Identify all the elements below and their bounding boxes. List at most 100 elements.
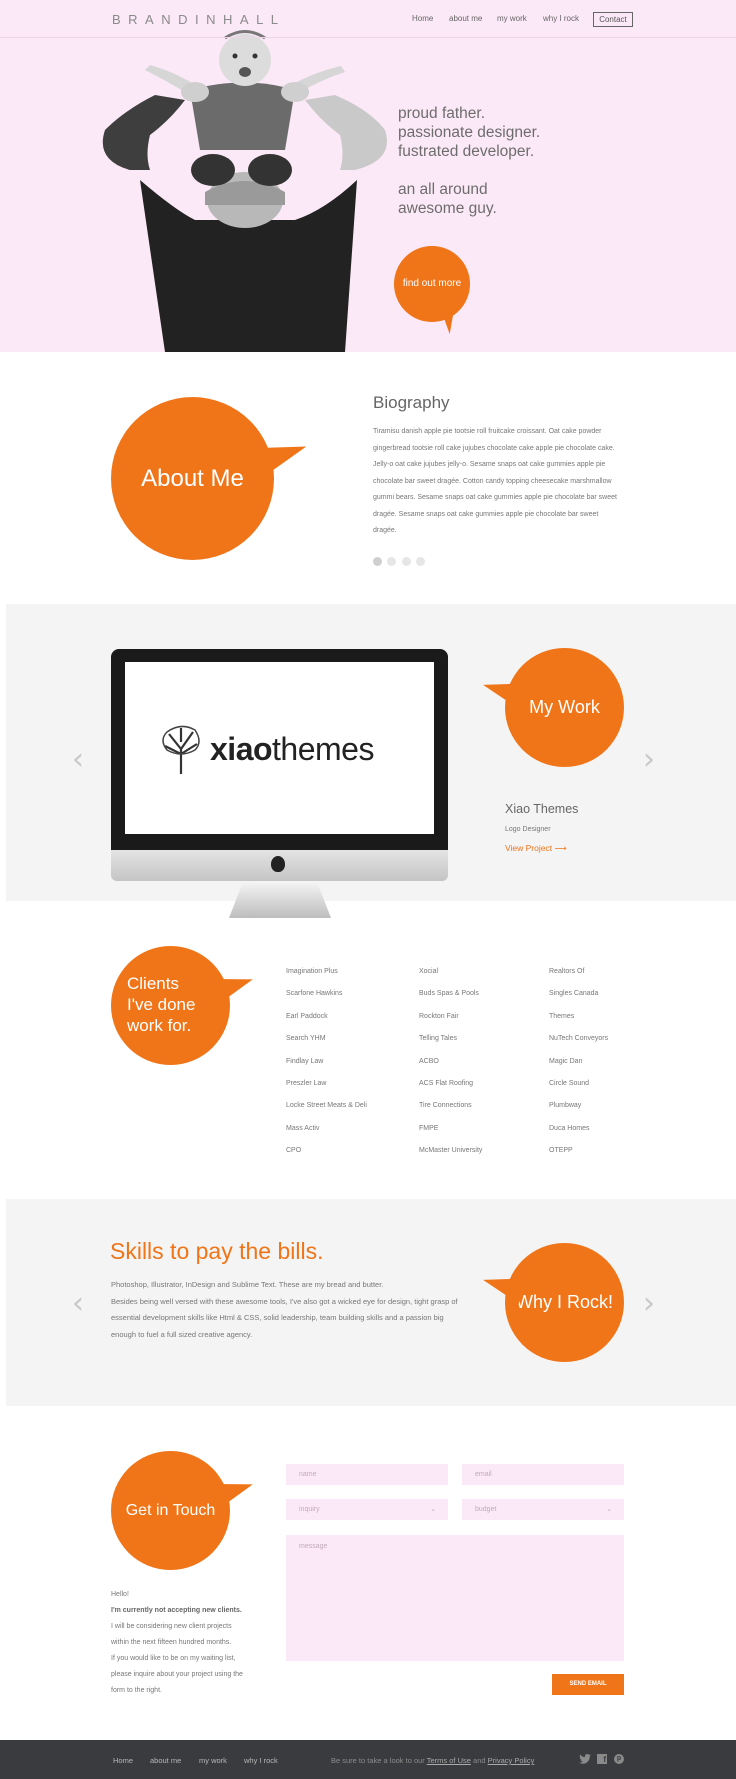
nav-home[interactable]: Home	[412, 14, 433, 23]
my-work-bubble: My Work	[505, 648, 624, 767]
carousel-dot[interactable]	[401, 557, 411, 566]
client-item: Findlay Law	[286, 1057, 324, 1065]
client-item: ACBO	[419, 1057, 439, 1065]
footer-nav-home[interactable]: Home	[113, 1756, 133, 1765]
apple-logo-icon	[271, 856, 285, 872]
inquiry-placeholder: inquiry	[299, 1506, 320, 1513]
client-item: CPO	[286, 1147, 302, 1155]
imac-stand	[229, 881, 331, 918]
carousel-dot-active[interactable]	[373, 557, 382, 566]
facebook-icon[interactable]: f	[597, 1754, 607, 1764]
view-project-label: View Project	[505, 843, 553, 853]
about-bubble-tail	[259, 436, 311, 476]
client-item: OTEPP	[549, 1147, 573, 1155]
privacy-policy-link[interactable]: Privacy Policy	[488, 1756, 535, 1765]
why-i-rock-bubble: Why I Rock!	[505, 1243, 624, 1362]
footer-note-text: Be sure to take a look to our	[331, 1756, 425, 1765]
about-me-bubble: About Me	[111, 397, 274, 560]
client-item: McMaster University	[419, 1147, 483, 1155]
hero-line-3: fustrated developer.	[398, 143, 535, 160]
skills-text: Photoshop, Illustrator, InDesign and Sub…	[111, 1277, 471, 1343]
client-item: Magic Dan	[549, 1057, 583, 1065]
get-in-touch-bubble: Get in Touch	[111, 1451, 230, 1570]
skills-line-4: enough to fuel a full sized creative age…	[111, 1329, 253, 1339]
chevron-down-icon: ⌄	[606, 1506, 612, 1513]
client-item: FMPE	[419, 1124, 439, 1132]
client-item: Xocial	[419, 968, 439, 975]
name-input[interactable]: name	[286, 1464, 448, 1485]
client-item: Singles Canada	[549, 990, 599, 998]
footer-nav-about-me[interactable]: about me	[150, 1756, 181, 1765]
hero-line-4: an all around	[398, 181, 488, 198]
client-item: Imagination Plus	[286, 968, 338, 975]
wordmark-bold: xiao	[210, 731, 273, 767]
contact-hello: Hello!	[111, 1591, 129, 1598]
tree-logo-icon	[162, 725, 200, 774]
clients-line-3: work for.	[127, 1016, 192, 1035]
nav-my-work[interactable]: my work	[497, 14, 527, 23]
chevron-right-icon[interactable]: ›	[643, 1286, 655, 1321]
client-item: Preszler Law	[286, 1080, 327, 1087]
pinterest-icon[interactable]: p	[614, 1754, 624, 1764]
find-out-more-button[interactable]: find out more	[394, 246, 470, 322]
carousel-dot[interactable]	[387, 557, 397, 566]
chevron-right-icon[interactable]: ›	[643, 742, 655, 777]
skills-line-1: Photoshop, Illustrator, InDesign and Sub…	[111, 1280, 384, 1289]
nav-about-me[interactable]: about me	[449, 14, 482, 23]
send-email-button[interactable]: SEND EMAIL	[552, 1674, 624, 1695]
client-item: Telling Tales	[419, 1035, 458, 1043]
hero-line-5: awesome guy.	[398, 200, 497, 217]
site-logo[interactable]: BRANDINHALL	[112, 12, 286, 27]
clients-line-2: I've done	[127, 995, 196, 1014]
footer-nav-my-work[interactable]: my work	[199, 1756, 227, 1765]
skills-line-2: Besides being well versed with these awe…	[111, 1296, 458, 1306]
footer-and: and	[473, 1756, 486, 1765]
hero-photo	[102, 30, 387, 352]
terms-of-use-link[interactable]: Terms of Use	[427, 1756, 471, 1765]
client-item: Tire Connections	[419, 1102, 472, 1110]
skills-heading: Skills to pay the bills.	[110, 1238, 324, 1264]
chevron-down-icon: ⌄	[430, 1506, 436, 1513]
client-item: Scarfone Hawkins	[286, 990, 343, 998]
client-item: ACS Flat Roofing	[419, 1080, 474, 1087]
clients-bubble: Clients I've done work for.	[111, 946, 230, 1065]
client-item: NuTech Conveyors	[549, 1035, 609, 1043]
footer-nav-why-i-rock[interactable]: why I rock	[244, 1756, 278, 1765]
contact-info: Hello! I'm currently not accepting new c…	[111, 1587, 271, 1699]
client-item: Themes	[549, 1012, 575, 1020]
client-item: Realtors Of	[549, 968, 585, 975]
wordmark-light: themes	[272, 731, 374, 767]
xiaothemes-wordmark: xiaothemes	[210, 731, 374, 768]
contact-button[interactable]: Contact	[593, 12, 633, 27]
hero-line-2: passionate designer.	[398, 124, 541, 141]
imac-mockup: xiaothemes	[111, 649, 448, 881]
chevron-left-icon[interactable]: ‹	[72, 1286, 84, 1321]
project-role: Logo Designer	[505, 826, 551, 833]
client-item: Mass Activ	[286, 1124, 320, 1132]
clients-bubble-text: Clients I've done work for.	[127, 973, 195, 1036]
contact-notice: I'm currently not accepting new clients.	[111, 1607, 242, 1614]
twitter-icon[interactable]	[579, 1754, 591, 1764]
view-project-link[interactable]: View Project ⟶	[505, 843, 567, 854]
biography-heading: Biography	[373, 393, 450, 412]
nav-why-i-rock[interactable]: why I rock	[543, 14, 579, 23]
client-item: Locke Street Meats & Deli	[286, 1102, 367, 1110]
message-textarea[interactable]: message	[286, 1535, 624, 1661]
skills-line-3: essential development skills like Html &…	[111, 1313, 444, 1322]
client-item: Buds Spas & Pools	[419, 990, 479, 998]
top-navbar: BRANDINHALL Home about me my work why I …	[0, 0, 736, 38]
inquiry-select[interactable]: inquiry ⌄	[286, 1499, 448, 1520]
carousel-dot[interactable]	[416, 557, 426, 566]
budget-select[interactable]: budget ⌄	[462, 1499, 624, 1520]
client-item: Circle Sound	[549, 1080, 590, 1087]
project-title: Xiao Themes	[505, 802, 579, 816]
hero-line-1: proud father.	[398, 105, 486, 122]
client-item: Search YHM	[286, 1035, 326, 1043]
email-input[interactable]: email	[462, 1464, 624, 1485]
contact-p1: I will be considering new client project…	[111, 1623, 232, 1630]
arrow-right-icon: ⟶	[554, 843, 567, 853]
client-item: Plumbway	[549, 1102, 582, 1110]
carousel-dots	[373, 553, 426, 571]
chevron-left-icon[interactable]: ‹	[72, 742, 84, 777]
biography-text: Tiramisu danish apple pie tootsie roll f…	[373, 428, 617, 534]
